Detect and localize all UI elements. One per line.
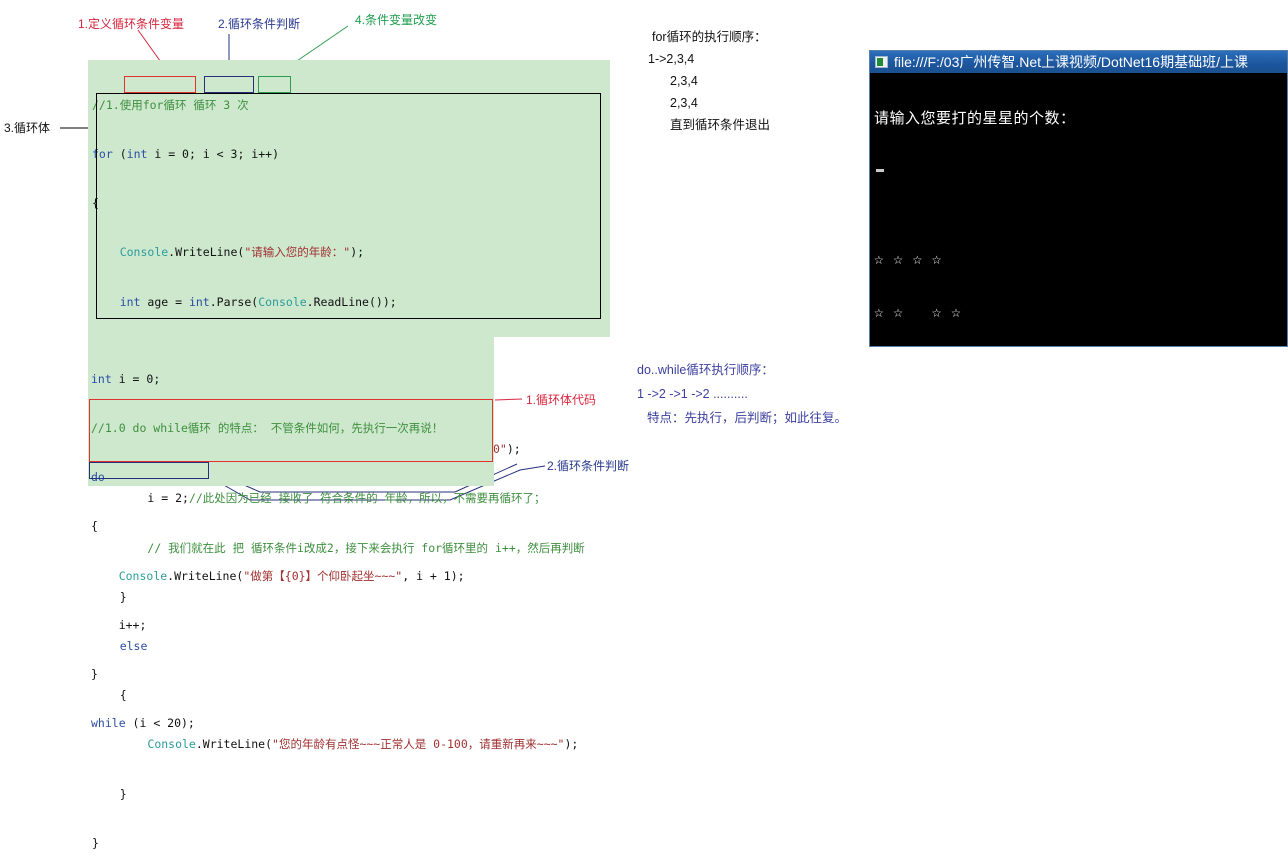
code-line: Console.WriteLine("做第【{0}】个仰卧起坐~~~", i +… xyxy=(118,568,465,583)
highlight-box-init xyxy=(124,76,196,93)
annotation-variable-change: 4.条件变量改变 xyxy=(355,13,438,27)
code-line: } xyxy=(92,786,127,801)
highlight-box-while-condition xyxy=(89,462,209,479)
code-line: } xyxy=(92,589,127,604)
code-line: int i = 0; xyxy=(91,371,161,386)
note-for-step-2: 2,3,4 xyxy=(670,74,698,88)
note-dowhile-feature: 特点：先执行，后判断；如此往复。 xyxy=(647,411,848,425)
code-line: while (i < 20); xyxy=(91,716,195,731)
console-output: 请输入您要打的星星的个数： ☆ ☆ ☆ ☆ ☆ ☆ ☆ ☆ ☆ ☆ ☆ ☆ . xyxy=(870,73,1287,460)
annotation-dowhile-condition: 2.循环条件判断 xyxy=(547,459,630,473)
code-line: i++; xyxy=(91,617,147,632)
note-for-title: for循环的执行顺序： xyxy=(652,30,767,44)
note-dowhile-sequence: 1 ->2 ->1 ->2 .......... xyxy=(637,387,748,401)
console-cursor-line xyxy=(874,160,1287,174)
highlight-box-dowhile-body xyxy=(89,399,493,462)
note-for-step-3: 2,3,4 xyxy=(670,96,698,110)
code-line: Console.WriteLine("您的年龄有点怪~~~正常人是 0-100，… xyxy=(147,737,579,752)
console-spacer xyxy=(874,206,1287,216)
code-line: else xyxy=(119,639,148,654)
note-dowhile-title: do..while循环执行顺序： xyxy=(637,363,774,377)
code-line: { xyxy=(91,519,98,534)
note-for-step-1: 1->2,3,4 xyxy=(648,52,695,66)
console-star-row: ☆ ☆ ☆ ☆ xyxy=(874,355,942,374)
note-dowhile-order: do..while循环执行顺序： 1 ->2 ->1 ->2 .........… xyxy=(637,358,847,430)
console-window[interactable]: file:///F:/03广州传智.Net上课视频/DotNet16期基础班/上… xyxy=(869,50,1288,424)
console-title-bar[interactable]: file:///F:/03广州传智.Net上课视频/DotNet16期基础班/上… xyxy=(870,51,1287,73)
app-icon xyxy=(875,56,888,68)
note-for-order: for循环的执行顺序： 1->2,3,4 2,3,4 2,3,4 直到循环条件退… xyxy=(648,26,771,136)
code-line: } xyxy=(91,667,98,682)
console-title-text: file:///F:/03广州传智.Net上课视频/DotNet16期基础班/上… xyxy=(894,54,1248,70)
console-cursor-dot: . xyxy=(934,411,941,424)
annotation-loop-body: 3.循环体 xyxy=(4,121,51,135)
highlight-box-condition xyxy=(204,76,254,93)
console-prompt-line: 请输入您要打的星星的个数： xyxy=(874,109,1076,127)
annotation-loop-condition: 2.循环条件判断 xyxy=(218,17,301,31)
console-star-row: ☆ ☆ ☆ ☆ xyxy=(874,249,942,268)
code-line: { xyxy=(92,688,127,703)
code-line: } xyxy=(92,835,99,850)
code-line: // 我们就在此 把 循环条件i改成2，接下来会执行 for循环里的 i++，然… xyxy=(147,540,585,555)
highlight-box-increment xyxy=(258,76,291,93)
highlight-box-loop-body xyxy=(96,93,601,319)
console-star-row: ☆ ☆ ☆ ☆ xyxy=(874,302,961,321)
note-for-step-4: 直到循环条件退出 xyxy=(670,118,771,132)
annotation-dowhile-body-code: 1.循环体代码 xyxy=(526,393,597,407)
annotation-define-loop-variable: 1.定义循环条件变量 xyxy=(78,17,185,31)
text-cursor xyxy=(876,169,884,172)
